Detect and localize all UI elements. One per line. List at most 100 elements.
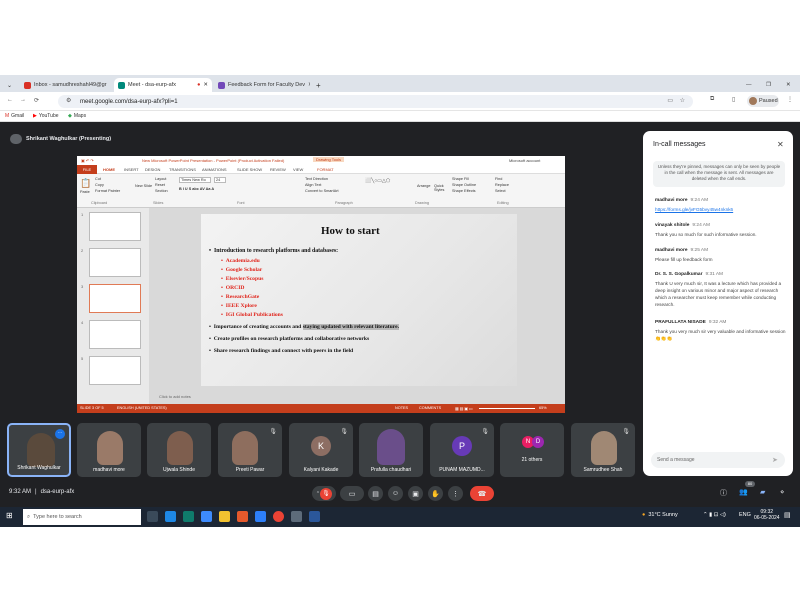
back-icon[interactable]: ← [7,97,13,103]
word-icon[interactable] [309,511,320,522]
task-view-icon[interactable] [147,511,158,522]
notification-icon[interactable]: ▤ [784,511,791,519]
close-icon[interactable]: ✕ [777,140,784,149]
bookmark-youtube[interactable]: ▶ YouTube [33,113,59,119]
app-icon[interactable] [183,511,194,522]
font-size-box[interactable]: 24 [214,177,226,183]
extensions-icon[interactable]: ⧉ [710,96,714,103]
file-explorer-icon[interactable] [219,511,230,522]
shapes-gallery-icon[interactable]: ⬜╲○▭△⬠ [365,178,390,184]
presenter-label: Shrikant Waghulkar (Presenting) [10,134,111,144]
ppt-tab-animations[interactable]: ANIMATIONS [202,167,227,172]
leave-call-button[interactable]: ☎ [470,486,494,501]
emoji-button[interactable]: ☺ [388,486,403,501]
slide-thumbnail[interactable] [89,320,141,349]
ppt-tab-insert[interactable]: INSERT [124,167,139,172]
chrome-icon[interactable] [273,511,284,522]
profile-button[interactable]: Paused [747,95,779,107]
send-icon[interactable]: ➤ [772,456,778,464]
participant-tile[interactable]: ⋯ Shrikant Waghulkar [7,423,71,477]
mic-muted-icon: 🎙 [340,429,348,435]
new-tab-button[interactable]: + [312,78,324,92]
taskbar-clock[interactable]: 09:32 06-05-2024 [754,509,780,521]
present-button[interactable]: ▣ [408,486,423,501]
participant-tile[interactable]: madhavi more [77,423,141,477]
windows-start-icon[interactable]: ⊞ [6,511,13,520]
zoom-slider[interactable] [479,408,535,409]
bookmark-gmail[interactable]: M Gmail [5,113,24,119]
avatar [749,97,757,105]
raise-hand-button[interactable]: ✋ [428,486,443,501]
edge-icon[interactable] [165,511,176,522]
chat-icon[interactable]: ▰ [760,488,765,496]
font-name-box[interactable]: Times New Ro [179,177,211,183]
slide-content[interactable]: How to start • Introduction to research … [201,214,517,386]
participant-tile[interactable]: 🎙 Samrudhee Shah [571,423,635,477]
participant-tile[interactable]: K 🎙 Kalyani Kakade [289,423,353,477]
tab-feedback[interactable]: Feedback Form for Faculty Dev✕ [214,78,310,92]
participant-tile[interactable]: 🎙 Preeti Pawar [218,423,282,477]
ppt-tab-design[interactable]: DESIGN [145,167,160,172]
ppt-tab-format[interactable]: FORMAT [317,167,334,172]
site-info-icon[interactable]: ⚙ [66,97,71,104]
participant-tile[interactable]: Prafulla chaudhari [359,423,423,477]
ppt-tab-home[interactable]: HOME [103,167,115,172]
chat-title: In-call messages [653,141,706,148]
paste-icon[interactable]: 📋 [80,178,91,189]
bookmark-maps[interactable]: ◆ Maps [68,113,86,119]
minimize-button[interactable]: — [742,78,754,92]
sidepanel-icon[interactable]: ▯ [732,96,735,103]
participant-video [591,431,617,465]
slide-thumbnail[interactable] [89,212,141,241]
more-options-icon[interactable]: ⋯ [55,429,65,439]
slide-thumbnail[interactable] [89,248,141,277]
participant-tile[interactable]: Ujwala Shinde [147,423,211,477]
tab-gmail[interactable]: Inbox - samudhreshahl49@gr [20,78,112,92]
browser-menu-icon[interactable]: ⋮ [787,96,793,103]
ppt-tab-file[interactable]: FILE [77,165,97,174]
chat-message-sender: vinayak shitole 9:24 AM [655,223,711,228]
taskbar-search[interactable]: ⌕ Type here to search [23,509,141,525]
close-tab-icon[interactable]: ✕ [308,82,310,88]
info-icon[interactable]: ⓘ [720,488,727,498]
address-bar[interactable]: ⚙ meet.google.com/dsa-eurp-afx?pli=1 ▭ ☆ [58,95,693,108]
more-options-button[interactable]: ⋮ [448,486,463,501]
others-tile[interactable]: N D 21 others [500,423,564,477]
mic-button[interactable]: ⌃ 🎙 [312,486,336,501]
ppt-tab-view[interactable]: VIEW [293,167,303,172]
restore-button[interactable]: ❐ [762,78,774,92]
tray-icons[interactable]: ⌃ ▮ ⊡ ◁) [703,512,726,518]
app-icon[interactable] [237,511,248,522]
forward-icon[interactable]: → [20,97,26,103]
store-icon[interactable] [201,511,212,522]
tab-search-icon[interactable]: ⌄ [3,78,13,92]
participant-video [97,431,123,465]
people-icon[interactable]: 👥 [739,488,748,496]
captions-icon: ▤ [372,490,379,498]
ppt-tab-review[interactable]: REVIEW [270,167,286,172]
slide-thumbnail-active[interactable] [89,284,141,313]
slide-thumbnail[interactable] [89,356,141,385]
participant-avatar: K [311,436,331,456]
activities-icon[interactable]: ⋄ [780,488,784,496]
font-format-icons[interactable]: B I U S abc AV Aa A [179,187,214,191]
ppt-tab-transitions[interactable]: TRANSITIONS [169,167,196,172]
bookmark-star-icon[interactable]: ☆ [680,97,685,104]
tab-meet[interactable]: Meet - dsa-eurp-afx ● ✕ [114,78,212,92]
window-close-button[interactable]: ✕ [782,78,794,92]
mail-icon[interactable] [255,511,266,522]
close-tab-icon[interactable]: ✕ [203,82,208,88]
chat-message-link[interactable]: https://forms.gle/jvFG5bvy45w4nknk6 [655,206,787,213]
camera-button[interactable]: ▭ [340,486,364,501]
chrome-active-icon[interactable] [291,511,302,522]
slide-bullet: • Share research findings and connect wi… [209,348,354,354]
notes-placeholder[interactable]: Click to add notes [159,394,191,399]
view-buttons-icon[interactable]: ▦ ▤ ▣ ▭ [455,406,473,411]
ppt-tab-slideshow[interactable]: SLIDE SHOW [237,167,262,172]
chat-input[interactable]: Send a message [651,452,785,468]
participant-tile[interactable]: P 🎙 PUNAM MAZUMD... [430,423,494,477]
captions-button[interactable]: ▤ [368,486,383,501]
reload-icon[interactable]: ⟳ [34,97,39,104]
weather-widget[interactable]: ● 31°C Sunny [642,512,678,518]
camera-icon[interactable]: ▭ [667,97,673,104]
